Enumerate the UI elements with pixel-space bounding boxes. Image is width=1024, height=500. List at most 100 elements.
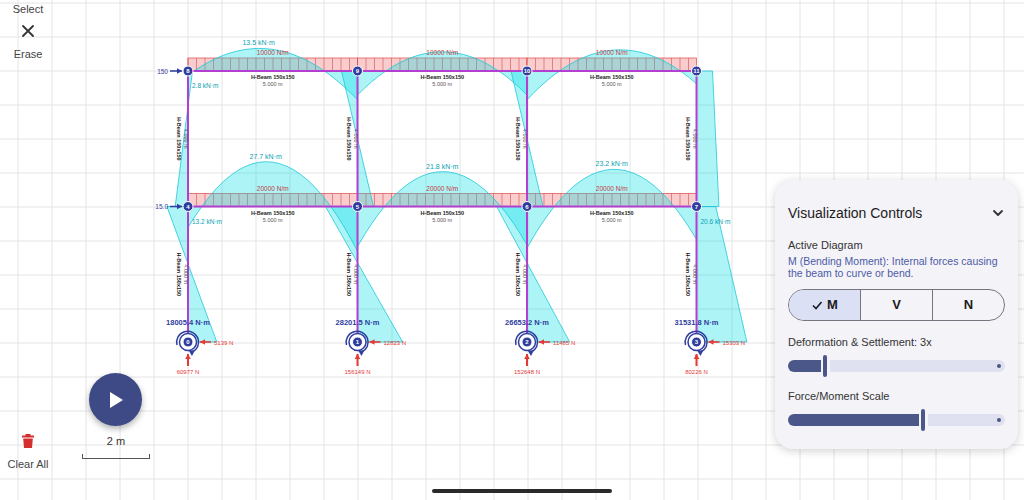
slider-label: Deformation & Settlement: 3x [788,335,1005,349]
segment-label: V [892,295,901,315]
node[interactable]: 3 [692,337,702,347]
length-label: 4.000 m [353,264,359,284]
load-tick [552,58,553,70]
moment-fill [167,207,217,343]
diagram-type-segment[interactable]: V [860,290,932,320]
node-label: 3 [695,339,699,345]
node[interactable]: 11 [692,66,702,76]
load-tick [510,194,511,206]
load-tick [502,194,503,206]
clear-all-label: Clear All [8,457,49,471]
slider-track[interactable] [788,409,1005,431]
node[interactable]: 10 [522,66,532,76]
horizontal-reaction-label: 12823 N [384,340,407,346]
node[interactable]: 9 [353,66,363,76]
play-button[interactable] [89,373,142,426]
moment-reaction-arc [685,331,707,352]
grid-line [732,0,733,500]
grid-line [154,0,155,500]
vertical-reaction-arrow [185,354,191,366]
slider-track[interactable] [788,355,1005,377]
load-tick [535,58,536,70]
slider-label: Force/Moment Scale [788,389,1005,403]
diagram-type-segment[interactable]: M [789,290,860,320]
load-tick [519,58,520,70]
moment-diagram [167,48,747,342]
node-dot [183,337,193,347]
node-moment-label: 13.2 kN·m [192,218,222,225]
moment-reaction-arc [177,331,199,352]
diagram-type-segment[interactable]: N [932,290,1004,320]
node[interactable]: 6 [522,202,532,212]
moment-fill [527,50,697,100]
grid-line [324,0,325,500]
beam[interactable] [188,206,358,208]
horizontal-reaction-arrow [709,339,720,345]
reaction-moment-label: 28201.5 N·m [336,318,380,327]
fixed-support[interactable] [177,331,211,366]
beam[interactable] [358,70,528,72]
node-dot [353,66,363,76]
members [188,71,697,342]
node[interactable]: 1 [353,337,363,347]
moment-reaction-arc [346,331,368,352]
moment-label: 13.5 kN·m [242,39,274,46]
load-tick [324,58,325,70]
scale-bar: 2 m [82,434,150,459]
load-tick [341,58,342,70]
fixed-support[interactable] [685,331,719,366]
beam[interactable] [188,70,358,72]
node[interactable]: 4 [183,202,193,212]
node-dot [522,202,532,212]
slider-group: Deformation & Settlement: 3x Force/Moment… [788,321,1005,431]
play-icon [108,391,124,409]
slider-thumb[interactable] [823,355,827,377]
node[interactable]: 0 [183,337,193,347]
close-icon [21,24,35,38]
node-dot [692,337,702,347]
load-tick [374,194,375,206]
grid-line [562,0,563,500]
visualization-panel: Visualization Controls Active Diagram M … [775,180,1018,449]
length-label: 4.000 m [522,264,528,284]
moment-fill [527,169,697,248]
grid-line [0,37,1024,38]
slider-thumb[interactable] [921,409,925,431]
fixed-support[interactable] [346,331,380,366]
grid-line [18,0,19,500]
toolbar: Select Erase Clear All [0,0,56,500]
panel-title: Visualization Controls [788,204,922,222]
load-tick [544,194,545,206]
select-tool[interactable]: Select [0,2,56,16]
column-labels: 4.000 mH-Beam 150x150 [685,117,698,161]
column-labels: 4.000 mH-Beam 150x150 [515,252,528,296]
erase-tool[interactable]: Erase [0,24,56,61]
trash-icon [21,433,35,449]
clear-all-button[interactable]: Clear All [0,433,56,471]
node[interactable]: 7 [692,202,702,212]
arrow-head [539,339,544,345]
node[interactable]: 2 [522,337,532,347]
select-label: Select [13,2,44,16]
beam[interactable] [527,206,697,208]
node[interactable]: 8 [183,66,193,76]
length-label: 4.000 m [183,264,189,284]
panel-header[interactable]: Visualization Controls [788,204,1005,222]
app: 20000 N/mH-Beam 150x1505.000 m27.7 kN·m2… [0,0,1024,500]
grid-line [0,105,1024,106]
moment-reaction-head [359,350,365,356]
node-dot [353,202,363,212]
load-tick [196,194,197,206]
section-label: H-Beam 150x150 [515,252,521,296]
fixed-support[interactable] [516,331,550,366]
chevron-down-icon[interactable] [991,206,1005,220]
slider-fill [788,414,919,426]
beam[interactable] [358,206,528,208]
vertical-reaction-label: 156149 N [344,369,370,375]
node-moment-label: 20.6 kN·m [701,218,731,225]
node[interactable]: 5 [353,202,363,212]
load-tick [349,58,350,70]
beam[interactable] [527,70,697,72]
grid-line [392,0,393,500]
slider-fill [788,360,821,372]
